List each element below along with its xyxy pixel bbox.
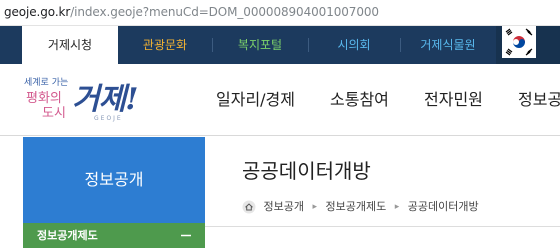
menu-communication[interactable]: 소통참여 xyxy=(330,90,389,110)
site-header: 세계로 가는 평화의 도시 거제! GEOJE 일자리/경제 소통참여 전자민원… xyxy=(0,64,560,136)
url-text[interactable]: geoje.go.kr/index.geoje?menuCd=DOM_00000… xyxy=(4,5,379,20)
tab-city-council[interactable]: 시의회 xyxy=(308,26,400,64)
breadcrumb: 정보공개 ▸ 정보공개제도 ▸ 공공데이터개방 xyxy=(242,199,479,215)
menu-jobs-economy[interactable]: 일자리/경제 xyxy=(216,90,295,110)
sidebar-title: 정보공개 xyxy=(23,137,205,223)
breadcrumb-item[interactable]: 정보공개제도 xyxy=(326,199,387,215)
url-path: /index.geoje?menuCd=DOM_0000089040010070… xyxy=(70,5,379,19)
page-title: 공공데이터개방 xyxy=(242,159,371,183)
logo-line2: 평화의 xyxy=(26,91,62,106)
logo-name-en: GEOJE xyxy=(94,115,123,122)
tab-botanical-garden[interactable]: 거제식물원 xyxy=(400,26,496,64)
breadcrumb-item[interactable]: 정보공개 xyxy=(264,199,304,215)
breadcrumb-item[interactable]: 공공데이터개방 xyxy=(408,199,479,215)
tab-tourism-culture[interactable]: 관광문화 xyxy=(118,26,212,64)
minus-icon[interactable] xyxy=(179,223,193,248)
browser-address-bar[interactable]: geoje.go.kr/index.geoje?menuCd=DOM_00000… xyxy=(0,0,560,26)
breadcrumb-separator-icon: ▸ xyxy=(312,202,318,212)
tab-geoje-cityhall[interactable]: 거제시청 xyxy=(22,26,118,64)
logo-line3: 도시 xyxy=(42,106,66,121)
top-site-nav: 거제시청 관광문화 복지포털 시의회 거제식물원 xyxy=(0,26,560,64)
sidebar-item-info-system[interactable]: 정보공개제도 xyxy=(23,223,205,248)
menu-info-disclosure[interactable]: 정보공 xyxy=(518,90,560,110)
korea-flag-icon xyxy=(502,26,536,58)
tab-welfare-portal[interactable]: 복지포털 xyxy=(212,26,308,64)
divider xyxy=(205,226,560,227)
logo-name: 거제! xyxy=(72,82,138,117)
logo-slogan: 세계로 가는 xyxy=(24,78,69,88)
home-icon[interactable] xyxy=(242,199,260,219)
url-host: geoje.go.kr xyxy=(4,5,71,19)
menu-e-civil[interactable]: 전자민원 xyxy=(424,90,483,110)
breadcrumb-separator-icon: ▸ xyxy=(394,202,400,212)
